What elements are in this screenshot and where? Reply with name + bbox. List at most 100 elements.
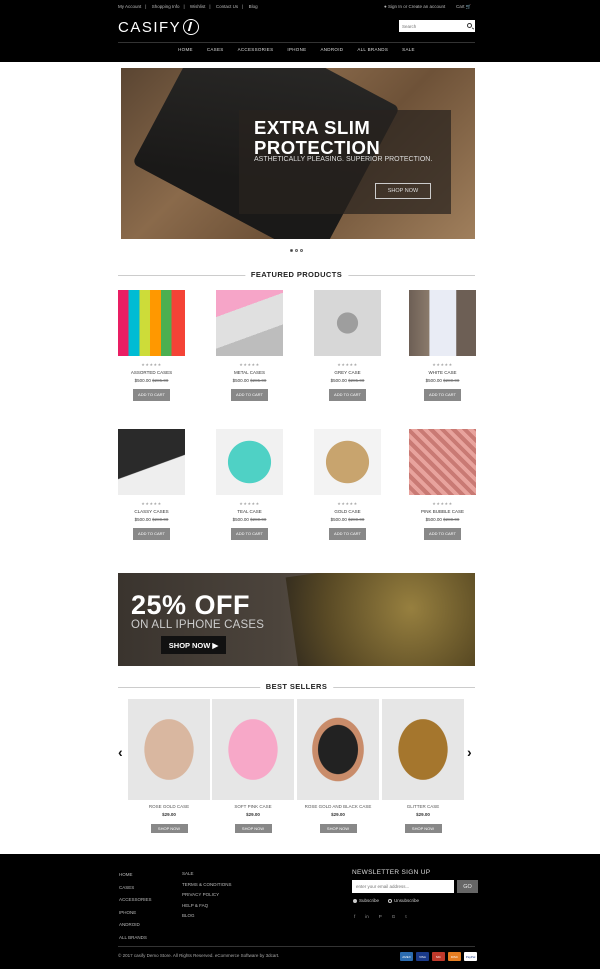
product-name[interactable]: GLITTER CASE [382,804,464,809]
product-name[interactable]: ROSE GOLD CASE [128,804,210,809]
product-name[interactable]: GOLD CASE [314,509,381,514]
search-input[interactable] [399,20,475,32]
product-image[interactable] [409,429,476,495]
add-to-cart-button[interactable]: ADD TO CART [231,528,268,540]
footer-link-sale[interactable]: SALE [182,869,232,880]
hero-banner[interactable]: EXTRA SLIM PROTECTION ASTHETICALLY PLEAS… [121,68,475,239]
add-to-cart-button[interactable]: ADD TO CART [231,389,268,401]
product-name[interactable]: METAL CASES [216,370,283,375]
facebook-icon[interactable]: f [354,914,355,919]
footer-link-home[interactable]: HOME [119,869,152,882]
shopping-info-link[interactable]: Shopping Info [152,4,180,9]
add-to-cart-button[interactable]: ADD TO CART [329,389,366,401]
product-card[interactable]: ★★★★★ WHITE CASE $500.00 $280.00 ADD TO CAR… [409,290,476,401]
radio-unchecked-icon [388,898,392,903]
add-to-cart-button[interactable]: ADD TO CART [133,528,170,540]
footer-link-all-brands[interactable]: ALL BRANDS [119,932,152,945]
blog-link[interactable]: Blog [249,4,258,9]
product-name[interactable]: ROSE GOLD AND BLACK CASE [297,804,379,809]
linkedin-icon[interactable]: in [365,914,369,919]
footer-link-blog[interactable]: BLOG [182,911,232,922]
product-card[interactable]: ★★★★★ TEAL CASE $500.00 $280.00 ADD TO CART [216,429,283,540]
carousel-next-icon[interactable]: › [467,744,472,760]
cart-link[interactable]: Cart 🛒 [456,4,471,10]
product-name[interactable]: ASSORTED CASES [118,370,185,375]
contact-us-link[interactable]: Contact Us [216,4,238,9]
newsletter-email-input[interactable] [352,880,454,893]
product-name[interactable]: CLASSY CASES [118,509,185,514]
product-image[interactable] [382,699,464,800]
nav-iphone[interactable]: IPHONE [280,47,313,52]
radio-checked-icon [353,898,357,903]
add-to-cart-button[interactable]: ADD TO CART [424,528,461,540]
shop-now-button[interactable]: SHOP NOW [404,824,442,833]
shop-now-button[interactable]: SHOP NOW [150,824,188,833]
product-name[interactable]: PINK BUBBLE CASE [409,509,476,514]
product-image[interactable] [409,290,476,356]
product-card[interactable]: ★★★★★ METAL CASES $500.00 $285.00 ADD TO CA… [216,290,283,401]
footer-link-help-faq[interactable]: HELP & FAQ [182,901,232,912]
carousel-dot-2[interactable] [295,249,298,252]
add-to-cart-button[interactable]: ADD TO CART [133,389,170,401]
bestseller-card[interactable]: ROSE GOLD CASE $29.00 SHOP NOW [128,699,210,835]
promo-banner[interactable]: 25% OFF ON ALL IPHONE CASES SHOP NOW ▶ [118,573,475,666]
hero-shop-now-button[interactable]: SHOP NOW [375,183,431,199]
shop-now-button[interactable]: SHOP NOW [234,824,272,833]
footer-link-iphone[interactable]: IPHONE [119,907,152,920]
wishlist-link[interactable]: Wishlist [190,4,206,9]
product-name[interactable]: SOFT PINK CASE [212,804,294,809]
pinterest-icon[interactable]: P [379,914,382,919]
nav-sale[interactable]: SALE [395,47,422,52]
google-icon[interactable]: G [392,914,396,919]
footer-links-1: HOME CASES ACCESSORIES IPHONE ANDROID AL… [119,869,152,944]
footer-link-privacy[interactable]: PRIVACY POLICY [182,890,232,901]
product-image[interactable] [118,429,185,495]
bestseller-card[interactable]: ROSE GOLD AND BLACK CASE $29.00 SHOP NOW [297,699,379,835]
product-image[interactable] [314,429,381,495]
product-card[interactable]: ★★★★★ ASSORTED CASES $500.00 $285.00 ADD TO… [118,290,185,401]
logo[interactable]: CASIFY [118,17,200,37]
product-image[interactable] [118,290,185,356]
twitter-icon[interactable]: t [405,914,406,919]
product-card[interactable]: ★★★★★ PINK BUBBLE CASE $500.00 $280.00 ADD … [409,429,476,540]
carousel-prev-icon[interactable]: ‹ [118,744,123,760]
add-to-cart-button[interactable]: ADD TO CART [329,528,366,540]
footer-link-accessories[interactable]: ACCESSORIES [119,894,152,907]
product-image[interactable] [216,290,283,356]
bestseller-card[interactable]: SOFT PINK CASE $29.00 SHOP NOW [212,699,294,835]
carousel-dot-3[interactable] [300,249,303,252]
my-account-link[interactable]: My Account [118,4,141,9]
product-price: $500.00 $280.00 [425,378,460,383]
promo-shop-now-button[interactable]: SHOP NOW ▶ [161,636,226,654]
product-name[interactable]: GREY CASE [314,370,381,375]
nav-all-brands[interactable]: ALL BRANDS [350,47,395,52]
newsletter-go-button[interactable]: GO [457,880,478,893]
product-image[interactable] [297,699,379,800]
product-image[interactable] [314,290,381,356]
product-card[interactable]: ★★★★★ CLASSY CASES $500.00 $280.00 ADD TO C… [118,429,185,540]
bestseller-card[interactable]: GLITTER CASE $29.00 SHOP NOW [382,699,464,835]
unsubscribe-radio[interactable]: Unsubscribe [388,898,419,903]
subscribe-radio[interactable]: Subscribe [353,898,379,903]
product-image[interactable] [212,699,294,800]
product-name[interactable]: TEAL CASE [216,509,283,514]
footer-link-cases[interactable]: CASES [119,882,152,895]
product-name[interactable]: WHITE CASE [409,370,476,375]
search-icon[interactable] [467,23,472,28]
shop-now-button[interactable]: SHOP NOW [319,824,357,833]
nav-android[interactable]: ANDROID [313,47,350,52]
nav-accessories[interactable]: ACCESSORIES [231,47,281,52]
product-image[interactable] [216,429,283,495]
product-card[interactable]: ★★★★★ GREY CASE $500.00 $285.00 ADD TO CART [314,290,381,401]
product-image[interactable] [128,699,210,800]
footer-divider [118,946,475,947]
nav-home[interactable]: HOME [171,47,200,52]
visa-icon: VISA [416,952,429,961]
sign-in-link[interactable]: ● Sign In or Create an account [384,4,445,9]
nav-cases[interactable]: CASES [200,47,231,52]
product-card[interactable]: ★★★★★ GOLD CASE $500.00 $280.00 ADD TO CART [314,429,381,540]
carousel-dot-1[interactable] [290,249,293,252]
footer-link-android[interactable]: ANDROID [119,919,152,932]
footer-link-terms[interactable]: TERMS & CONDITIONS [182,880,232,891]
add-to-cart-button[interactable]: ADD TO CART [424,389,461,401]
